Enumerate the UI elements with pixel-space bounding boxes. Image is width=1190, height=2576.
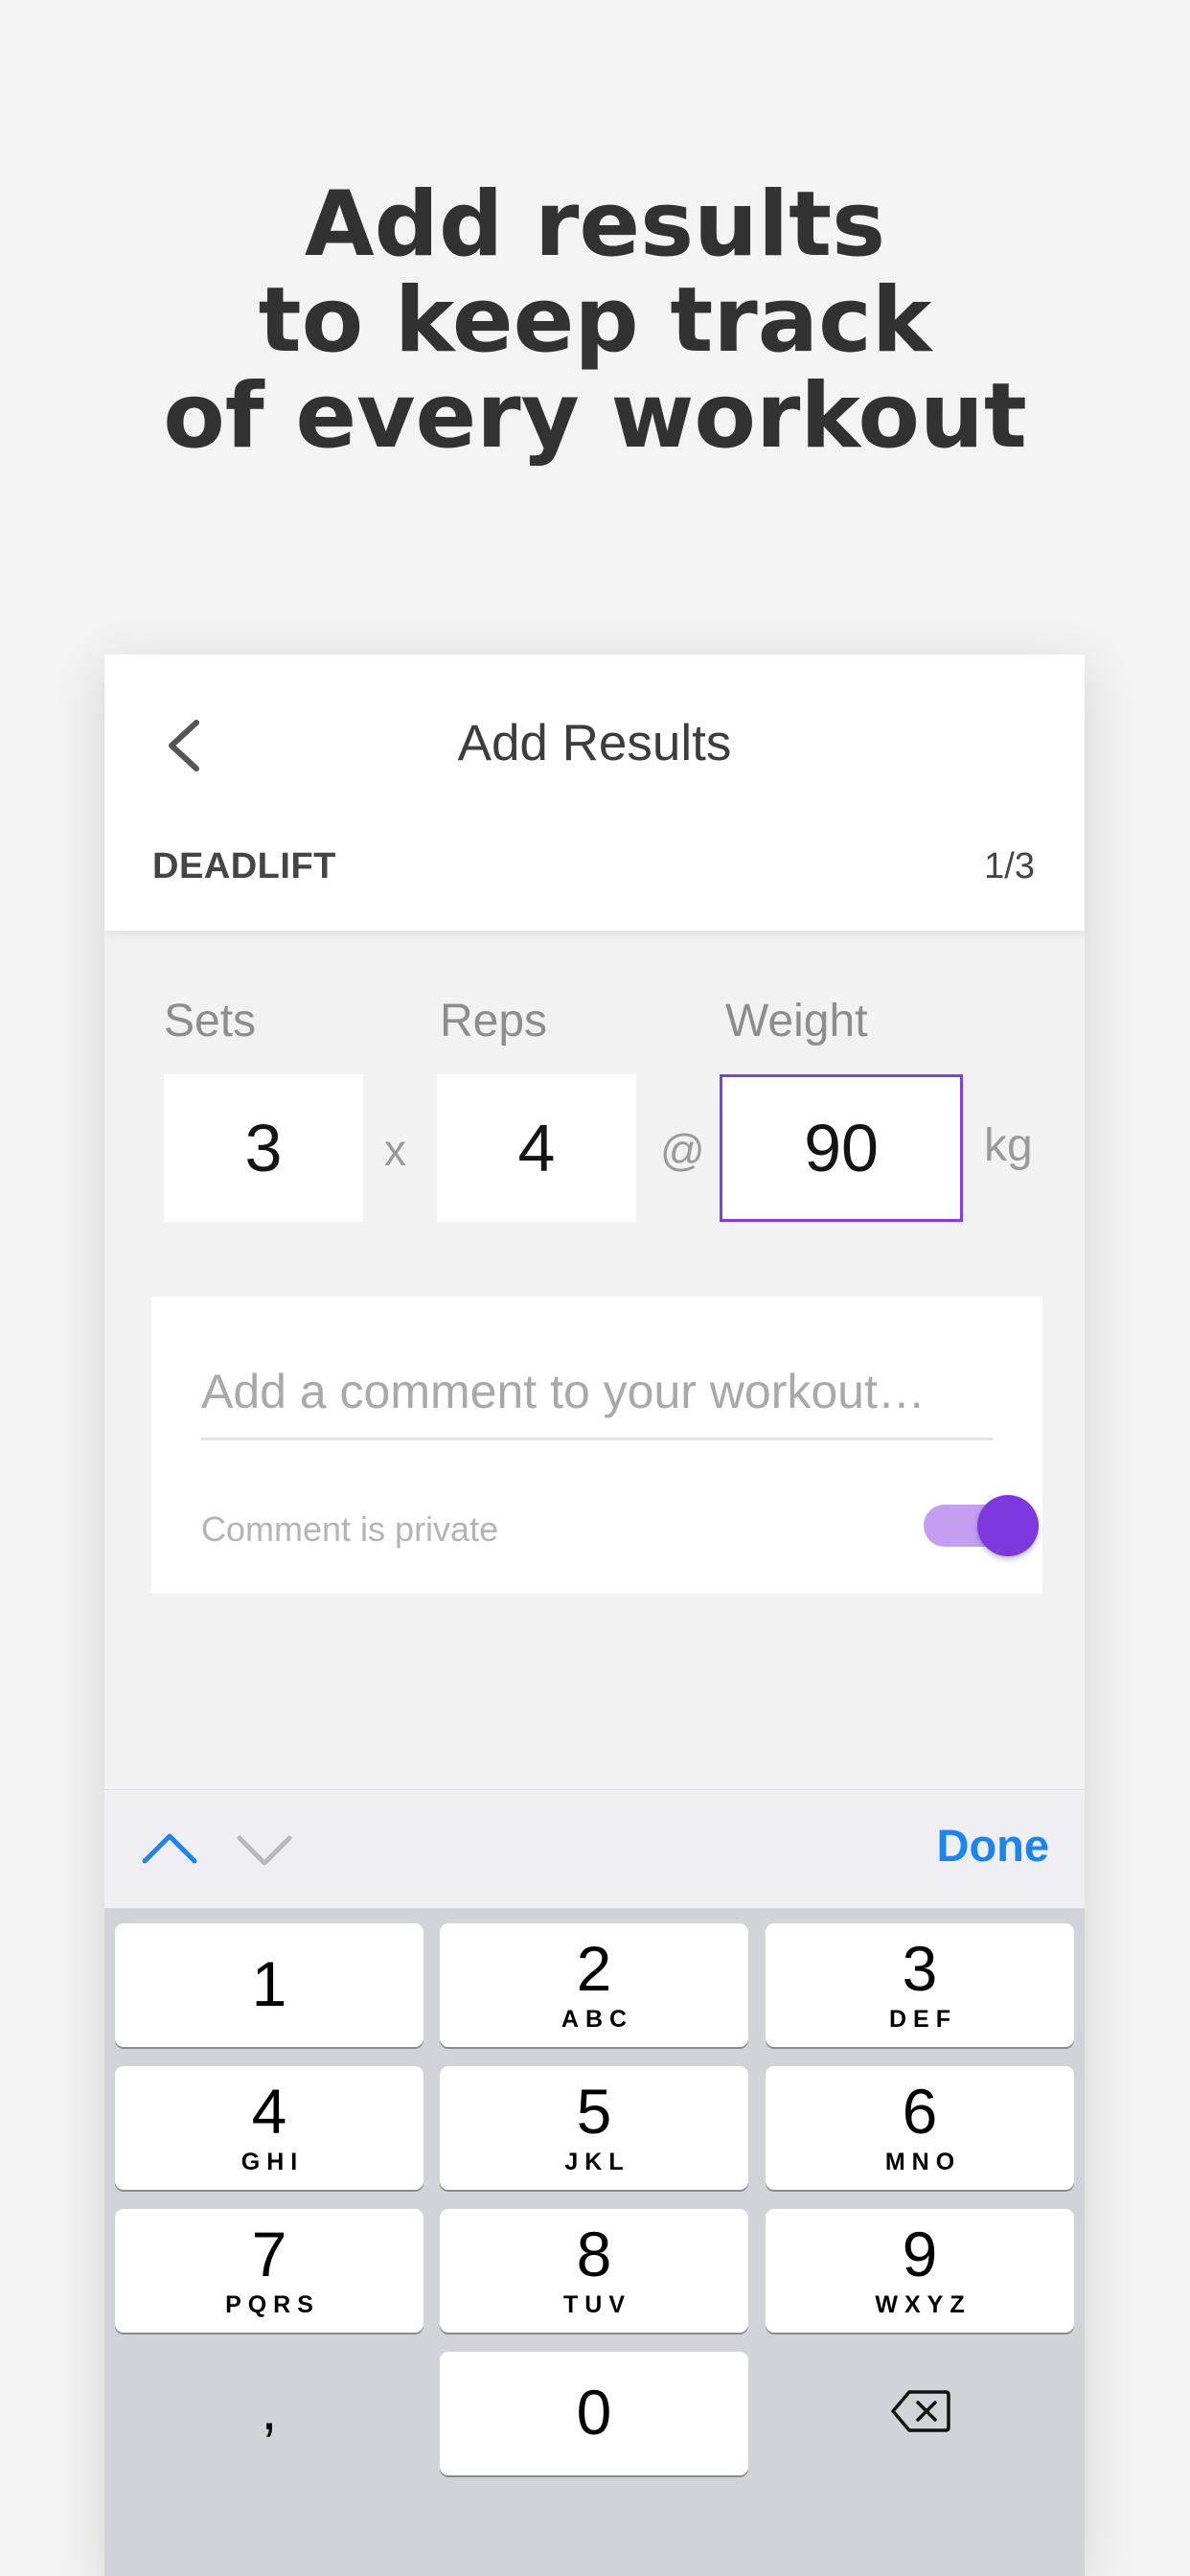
key-digit: 8 bbox=[576, 2219, 612, 2289]
comment-card: Comment is private bbox=[151, 1297, 1042, 1594]
key-letters: TUV bbox=[563, 2291, 631, 2318]
headline-line-1: Add results bbox=[304, 172, 886, 277]
weight-input[interactable]: 90 bbox=[720, 1074, 963, 1222]
headline-line-3: of every workout bbox=[163, 364, 1027, 469]
key-digit: 5 bbox=[576, 2076, 612, 2147]
key-digit: , bbox=[261, 2378, 278, 2442]
key-letters: MNO bbox=[884, 2149, 962, 2175]
reps-label: Reps bbox=[440, 996, 548, 1046]
sets-input[interactable]: 3 bbox=[164, 1074, 363, 1222]
backspace-icon bbox=[891, 2390, 950, 2432]
key-3[interactable]: 3 DEF bbox=[766, 1923, 1074, 2047]
key-digit: 2 bbox=[576, 1933, 612, 2004]
key-digit: 9 bbox=[902, 2219, 938, 2289]
key-5[interactable]: 5 JKL bbox=[440, 2066, 748, 2190]
comment-private-label: Comment is private bbox=[201, 1509, 499, 1549]
key-2[interactable]: 2 ABC bbox=[440, 1923, 748, 2047]
key-digit: 1 bbox=[251, 1948, 287, 2019]
key-4[interactable]: 4 GHI bbox=[115, 2066, 423, 2190]
key-digit: 4 bbox=[251, 2076, 287, 2147]
key-8[interactable]: 8 TUV bbox=[440, 2209, 748, 2333]
keyboard-toolbar: Done bbox=[104, 1789, 1085, 1908]
key-comma[interactable]: , bbox=[115, 2352, 423, 2475]
exercise-progress: 1/3 bbox=[984, 846, 1035, 886]
key-letters: DEF bbox=[889, 2006, 957, 2033]
key-digit: 6 bbox=[902, 2076, 938, 2147]
phone-screen: Add Results DEADLIFT 1/3 Sets Reps Weigh… bbox=[104, 655, 1085, 2576]
key-digit: 7 bbox=[251, 2219, 287, 2289]
key-letters: WXYZ bbox=[875, 2291, 972, 2318]
delete-key[interactable] bbox=[766, 2352, 1074, 2475]
private-toggle[interactable] bbox=[924, 1493, 1042, 1558]
key-letters: GHI bbox=[240, 2149, 305, 2175]
numeric-keypad: 1 2 ABC 3 DEF 4 GHI 5 JKL 6 MNO 7 PQRS 8… bbox=[104, 1908, 1085, 2576]
key-letters: PQRS bbox=[225, 2291, 320, 2318]
key-digit: 3 bbox=[902, 1933, 938, 2004]
key-6[interactable]: 6 MNO bbox=[766, 2066, 1074, 2190]
headline: Add results to keep track of every worko… bbox=[0, 177, 1190, 465]
toggle-knob bbox=[977, 1495, 1039, 1556]
weight-label: Weight bbox=[725, 996, 868, 1046]
key-0[interactable]: 0 bbox=[440, 2352, 748, 2475]
chevron-up-icon[interactable] bbox=[139, 1819, 200, 1880]
times-symbol: x bbox=[384, 1125, 406, 1175]
key-7[interactable]: 7 PQRS bbox=[115, 2209, 423, 2333]
key-letters: ABC bbox=[561, 2006, 634, 2033]
done-button[interactable]: Done bbox=[937, 1819, 1050, 1872]
sets-label: Sets bbox=[164, 996, 257, 1046]
chevron-down-icon[interactable] bbox=[234, 1819, 295, 1880]
key-9[interactable]: 9 WXYZ bbox=[766, 2209, 1074, 2333]
at-symbol: @ bbox=[660, 1125, 705, 1175]
weight-unit: kg bbox=[984, 1120, 1033, 1171]
comment-input[interactable] bbox=[201, 1345, 993, 1440]
key-1[interactable]: 1 bbox=[115, 1923, 423, 2047]
key-letters: JKL bbox=[564, 2149, 630, 2175]
reps-input[interactable]: 4 bbox=[437, 1074, 636, 1222]
headline-line-2: to keep track bbox=[258, 268, 932, 373]
navigation-header: Add Results DEADLIFT 1/3 bbox=[104, 655, 1085, 931]
exercise-name: DEADLIFT bbox=[152, 846, 336, 886]
key-digit: 0 bbox=[576, 2377, 612, 2448]
page-title: Add Results bbox=[457, 715, 732, 771]
